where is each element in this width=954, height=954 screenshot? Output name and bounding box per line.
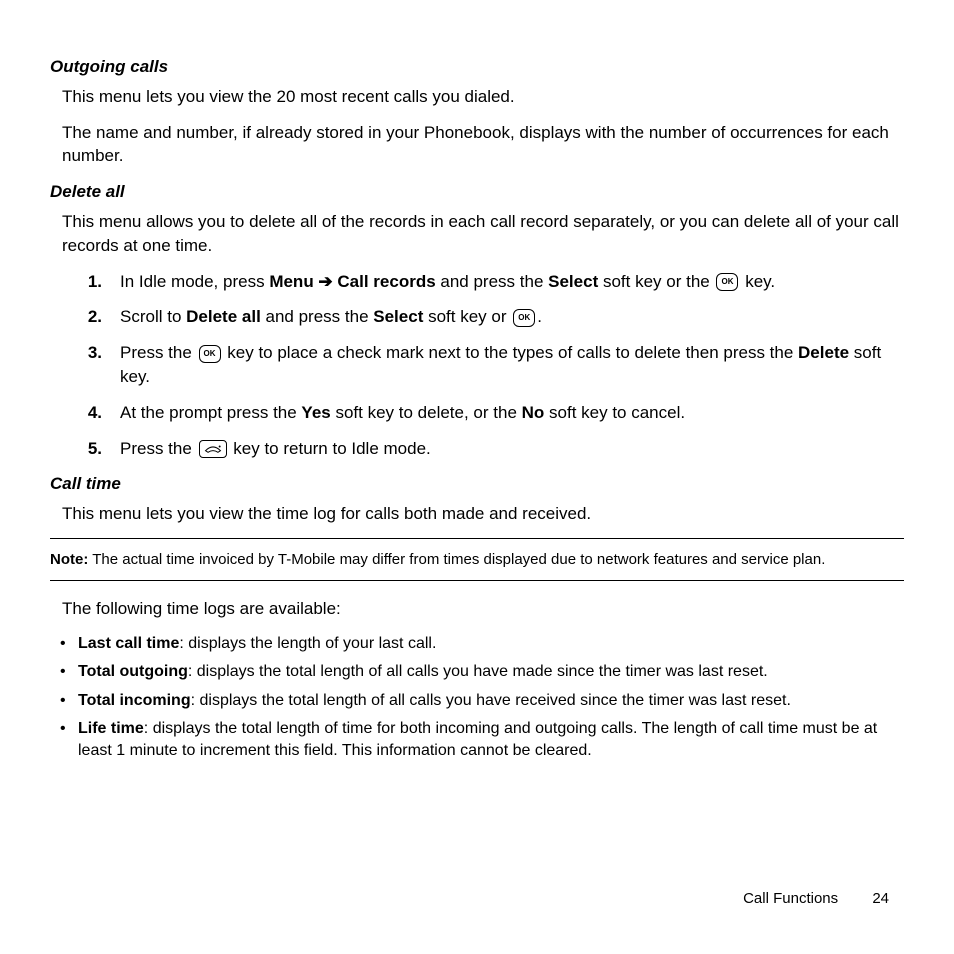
ok-key-icon: OK bbox=[716, 273, 738, 291]
step-number: 5. bbox=[80, 437, 102, 461]
list-item: •Total outgoing: displays the total leng… bbox=[60, 661, 904, 683]
step-4: 4. At the prompt press the Yes soft key … bbox=[50, 401, 904, 425]
time-logs-list: •Last call time: displays the length of … bbox=[60, 633, 904, 763]
step-number: 1. bbox=[80, 270, 102, 294]
note-text: The actual time invoiced by T-Mobile may… bbox=[88, 551, 825, 568]
note-label: Note: bbox=[50, 551, 88, 568]
step-2: 2. Scroll to Delete all and press the Se… bbox=[50, 305, 904, 329]
list-item: •Last call time: displays the length of … bbox=[60, 633, 904, 655]
delete-all-desc: This menu allows you to delete all of th… bbox=[62, 210, 904, 258]
step-3: 3. Press the OK key to place a check mar… bbox=[50, 341, 904, 389]
heading-call-time: Call time bbox=[50, 472, 904, 496]
outgoing-desc-2: The name and number, if already stored i… bbox=[62, 121, 904, 169]
ok-key-icon: OK bbox=[513, 309, 535, 327]
step-number: 3. bbox=[80, 341, 102, 389]
step-1: 1. In Idle mode, press Menu ➔ Call recor… bbox=[50, 270, 904, 294]
heading-outgoing-calls: Outgoing calls bbox=[50, 55, 904, 79]
step-number: 2. bbox=[80, 305, 102, 329]
time-logs-intro: The following time logs are available: bbox=[62, 597, 904, 621]
call-time-desc: This menu lets you view the time log for… bbox=[62, 502, 904, 526]
step-text: Scroll to Delete all and press the Selec… bbox=[120, 305, 904, 329]
page-footer: Call Functions 24 bbox=[743, 888, 889, 909]
list-item: •Total incoming: displays the total leng… bbox=[60, 690, 904, 712]
delete-all-steps: 1. In Idle mode, press Menu ➔ Call recor… bbox=[50, 270, 904, 461]
step-5: 5. Press the key to return to Idle mode. bbox=[50, 437, 904, 461]
step-text: At the prompt press the Yes soft key to … bbox=[120, 401, 904, 425]
outgoing-desc-1: This menu lets you view the 20 most rece… bbox=[62, 85, 904, 109]
step-text: In Idle mode, press Menu ➔ Call records … bbox=[120, 270, 904, 294]
list-item: •Life time: displays the total length of… bbox=[60, 718, 904, 763]
step-number: 4. bbox=[80, 401, 102, 425]
footer-page-number: 24 bbox=[872, 890, 889, 907]
end-call-key-icon bbox=[199, 440, 227, 458]
step-text: Press the key to return to Idle mode. bbox=[120, 437, 904, 461]
step-text: Press the OK key to place a check mark n… bbox=[120, 341, 904, 389]
ok-key-icon: OK bbox=[199, 345, 221, 363]
note-box: Note: The actual time invoiced by T-Mobi… bbox=[50, 538, 904, 581]
heading-delete-all: Delete all bbox=[50, 180, 904, 204]
footer-section: Call Functions bbox=[743, 890, 838, 907]
